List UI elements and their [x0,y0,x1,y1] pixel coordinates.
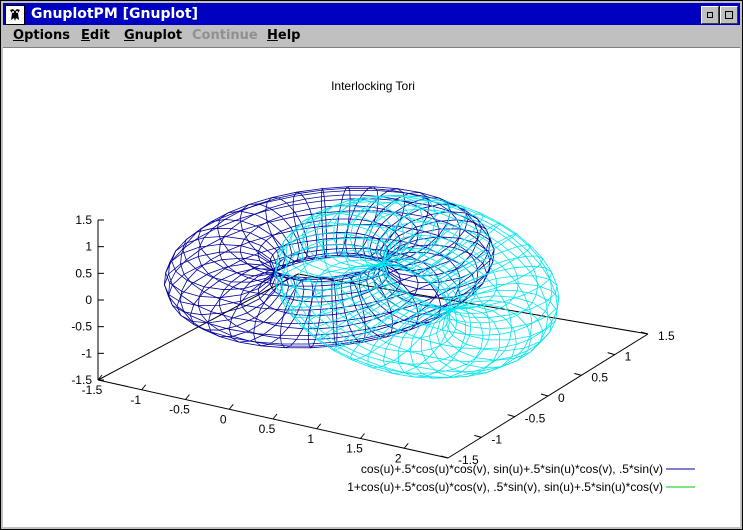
menu-options[interactable]: Options [13,28,70,43]
legend: cos(u)+.5*cos(u)*cos(v), sin(u)+.5*sin(u… [347,462,695,494]
minimize-button[interactable] [701,6,719,24]
x-tick-label: -0.5 [169,403,190,417]
legend-label-1: cos(u)+.5*cos(u)*cos(v), sin(u)+.5*sin(u… [361,462,663,476]
y-tick [607,352,615,356]
menu-edit[interactable]: Edit [81,28,110,43]
y-tick-label: -0.5 [525,412,546,426]
mesh-line [367,196,436,266]
chart-title: Interlocking Tori [331,79,415,93]
x-tick [228,403,234,410]
menu-bar: Options Edit Gnuplot Continue Help [3,26,740,48]
menu-help[interactable]: Help [267,28,300,43]
y-tick [540,393,549,397]
menu-continue: Continue [192,28,258,43]
window-title: GnuplotPM [Gnuplot] [31,6,198,22]
y-tick-label: 0.5 [591,370,608,384]
axes-box [97,220,649,459]
x-tick [141,384,147,391]
x-tick [185,394,190,400]
y-tick [474,434,482,438]
torus-2-mesh [274,194,560,379]
x-tick-label: -1 [130,393,141,407]
maximize-button[interactable] [720,6,738,24]
system-menu-icon[interactable] [5,5,25,25]
plot-area: Interlocking Tori 1.5 1 0.5 0 -0.5 -1 -1.5 -1.5… [3,48,740,527]
x-tick-label: -1.5 [82,383,103,397]
z-tick-label: 0 [85,293,92,307]
z-tick-label: -1 [81,346,92,360]
y-tick [507,414,515,418]
mesh-line [182,227,281,283]
x-tick-label: 0 [220,412,227,426]
legend-label-2: 1+cos(u)+.5*cos(u)*cos(v), .5*sin(v), si… [347,480,663,494]
x-tick-label: 0.5 [259,422,276,436]
mesh-line [180,186,479,311]
y-tick-label: 1 [625,350,632,364]
z-tick-label: -0.5 [71,320,92,334]
x-tick [360,433,365,439]
y-tick-label: -1 [491,432,502,446]
gnuplot-window: GnuplotPM [Gnuplot] Options Edit Gnuplot… [0,0,743,530]
x-tick [316,423,322,430]
x-tick-label: 1 [307,432,314,446]
title-bar[interactable]: GnuplotPM [Gnuplot] [3,3,740,25]
x-tick-label: 1.5 [346,442,363,456]
y-tick-label: 0 [558,391,565,405]
x-tick [272,413,278,420]
gnu-logo-icon [10,9,20,21]
surface-plot: Interlocking Tori 1.510.50-0.5-1-1.5-1.5… [71,79,695,494]
y-tick [574,372,582,376]
mesh-line [218,248,440,340]
z-tick-label: 1 [85,240,92,254]
menu-gnuplot[interactable]: Gnuplot [124,28,182,43]
y-tick-label: 1.5 [658,329,675,343]
z-tick-label: 1.5 [75,213,92,227]
z-tick-label: 0.5 [75,266,92,280]
mesh-line [333,295,413,352]
x-tick [403,442,409,449]
